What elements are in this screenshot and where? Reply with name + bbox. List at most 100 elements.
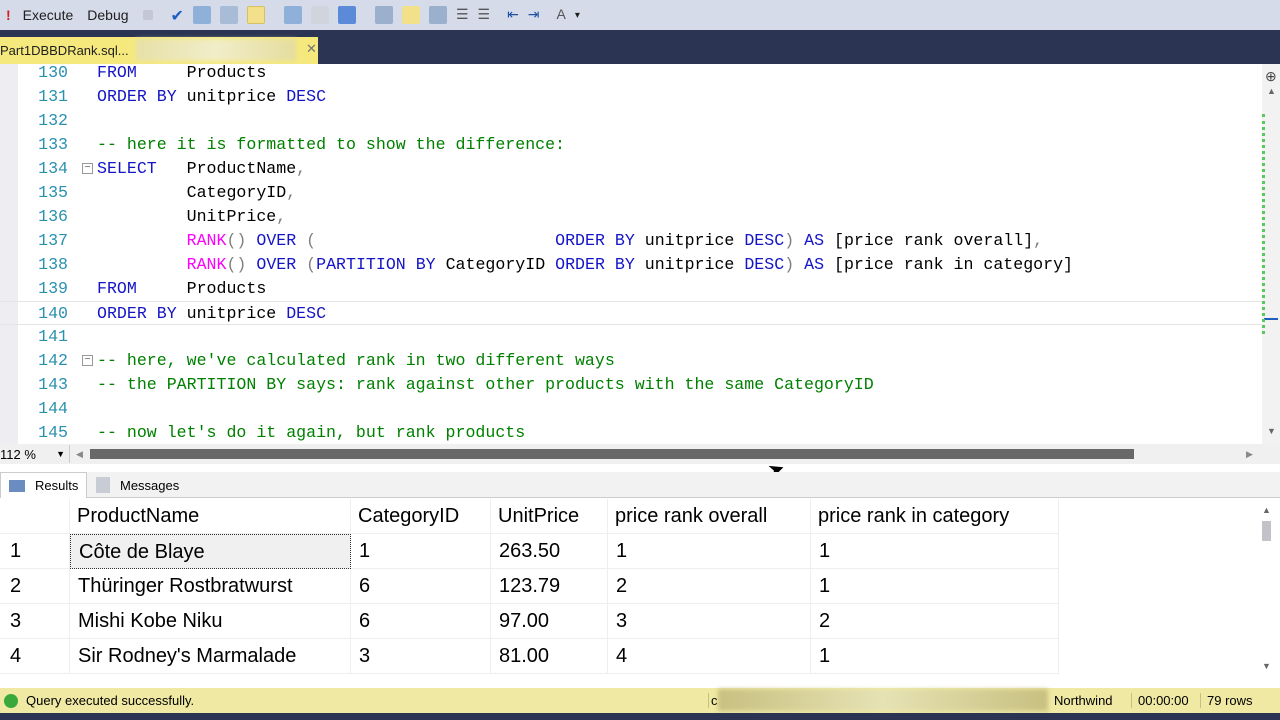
client-stats-icon[interactable] <box>337 6 356 24</box>
scroll-down-icon[interactable]: ▼ <box>1267 426 1276 436</box>
execute-button[interactable]: ! Execute <box>6 7 73 23</box>
code-line[interactable]: 135 CategoryID, <box>0 181 1262 205</box>
chevron-down-icon: ▼ <box>56 449 65 459</box>
row-number[interactable]: 4 <box>0 639 70 674</box>
grid-cell[interactable]: 4 <box>608 639 811 674</box>
query-options-icon[interactable] <box>219 6 238 24</box>
grid-cell[interactable]: 3 <box>351 639 491 674</box>
grid-cell[interactable]: 2 <box>608 569 811 604</box>
results-tabs: Results Messages <box>0 472 1280 498</box>
intellisense-icon[interactable] <box>246 6 265 24</box>
code-line[interactable]: 139 FROM Products <box>0 277 1262 301</box>
code-line[interactable]: 145 -- now let's do it again, but rank pr… <box>0 421 1262 444</box>
code-line[interactable]: 143 -- the PARTITION BY says: rank agains… <box>0 373 1262 397</box>
tab-results[interactable]: Results <box>0 472 88 498</box>
line-number: 132 <box>38 111 68 130</box>
debug-button[interactable]: Debug <box>87 7 128 23</box>
document-tab[interactable]: Part1DBBDRank.sql... ✕ <box>0 37 318 64</box>
column-header[interactable]: UnitPrice <box>491 499 608 534</box>
tab-messages[interactable]: Messages <box>88 472 187 498</box>
grid-cell[interactable]: Sir Rodney's Marmalade <box>70 639 351 674</box>
horizontal-scroll-thumb[interactable] <box>90 449 1134 459</box>
results-to-text-icon[interactable] <box>374 6 393 24</box>
grid-cell[interactable]: 97.00 <box>491 604 608 639</box>
uncomment-icon[interactable]: ☰ <box>478 6 491 24</box>
collapse-icon[interactable]: − <box>82 355 93 366</box>
grid-scroll-up-icon[interactable]: ▲ <box>1262 505 1271 515</box>
grid-scroll-down-icon[interactable]: ▼ <box>1262 661 1271 671</box>
line-number: 139 <box>38 279 68 298</box>
grid-corner[interactable] <box>0 499 70 534</box>
comment-icon[interactable]: ☰ <box>456 6 469 24</box>
parse-check-icon[interactable]: ✔ <box>171 6 184 25</box>
outdent-icon[interactable]: ⇤ <box>507 6 519 24</box>
code-text: RANK() OVER (PARTITION BY CategoryID ORD… <box>97 253 1073 277</box>
grid-cell[interactable]: 1 <box>811 569 1059 604</box>
row-number[interactable]: 3 <box>0 604 70 639</box>
grid-cell[interactable]: Côte de Blaye <box>70 534 351 569</box>
code-token: [price rank overall] <box>824 231 1034 250</box>
redacted-region <box>718 689 1048 711</box>
grid-cell[interactable]: 2 <box>811 604 1059 639</box>
editor-vertical-scrollbar[interactable]: ⊕ ▲ ▼ <box>1262 64 1280 444</box>
code-line[interactable]: 133 -- here it is formatted to show the d… <box>0 133 1262 157</box>
column-header[interactable]: CategoryID <box>351 499 491 534</box>
grid-cell[interactable]: 81.00 <box>491 639 608 674</box>
grid-cell[interactable]: 3 <box>608 604 811 639</box>
indent-icon[interactable]: ⇥ <box>528 6 540 24</box>
zoom-select[interactable]: 112 % ▼ <box>0 445 70 463</box>
stop-icon[interactable] <box>142 10 153 20</box>
grid-cell[interactable]: 1 <box>608 534 811 569</box>
column-header[interactable]: price rank overall <box>608 499 811 534</box>
code-text: ORDER BY unitprice DESC <box>97 302 326 326</box>
toolbar-overflow-icon[interactable]: ▾ <box>575 10 580 21</box>
scroll-right-icon[interactable]: ▶ <box>1246 449 1253 460</box>
code-line[interactable]: 130 FROM Products <box>0 64 1262 85</box>
grid-vertical-scrollbar[interactable]: ▲ ▼ <box>1258 499 1276 679</box>
line-number: 130 <box>38 64 68 82</box>
line-number: 143 <box>38 375 68 394</box>
column-header[interactable]: ProductName <box>70 499 351 534</box>
code-line[interactable]: 140 ORDER BY unitprice DESC <box>0 301 1262 325</box>
live-stats-icon[interactable] <box>310 6 329 24</box>
grid-cell[interactable]: Thüringer Rostbratwurst <box>70 569 351 604</box>
column-header[interactable]: price rank in category <box>811 499 1059 534</box>
line-number: 144 <box>38 399 68 418</box>
row-number[interactable]: 1 <box>0 534 70 569</box>
code-editor[interactable]: 130 FROM Products 131 ORDER BY unitprice DE… <box>0 64 1280 444</box>
code-line[interactable]: 132 <box>0 109 1262 133</box>
split-icon[interactable]: ⊕ <box>1265 68 1277 85</box>
grid-cell[interactable]: Mishi Kobe Niku <box>70 604 351 639</box>
include-plan-icon[interactable] <box>283 6 302 24</box>
code-line[interactable]: 137 RANK() OVER ( ORDER BY unitprice DES… <box>0 229 1262 253</box>
specify-values-icon[interactable]: A <box>557 6 566 24</box>
grid-cell[interactable]: 1 <box>811 639 1059 674</box>
code-line[interactable]: 131 ORDER BY unitprice DESC <box>0 85 1262 109</box>
code-line[interactable]: 136 UnitPrice, <box>0 205 1262 229</box>
results-grid[interactable]: ProductName CategoryID UnitPrice price rank… <box>0 499 1262 679</box>
close-tab-icon[interactable]: ✕ <box>306 41 317 57</box>
collapse-icon[interactable]: − <box>82 163 93 174</box>
code-line[interactable]: 144 <box>0 397 1262 421</box>
row-number[interactable]: 2 <box>0 569 70 604</box>
estimated-plan-icon[interactable] <box>192 6 211 24</box>
grid-cell[interactable]: 6 <box>351 569 491 604</box>
grid-cell[interactable]: 1 <box>351 534 491 569</box>
scroll-up-icon[interactable]: ▲ <box>1267 86 1276 96</box>
code-line[interactable]: 141 <box>0 325 1262 349</box>
code-line[interactable]: 138 RANK() OVER (PARTITION BY CategoryID… <box>0 253 1262 277</box>
scroll-left-icon[interactable]: ◀ <box>76 449 83 460</box>
grid-cell[interactable]: 6 <box>351 604 491 639</box>
code-text: -- now let's do it again, but rank produ… <box>97 421 525 444</box>
grid-cell[interactable]: 1 <box>811 534 1059 569</box>
grid-scroll-thumb[interactable] <box>1262 521 1271 541</box>
code-line[interactable]: 134 − SELECT ProductName, <box>0 157 1262 181</box>
grid-cell[interactable]: 263.50 <box>491 534 608 569</box>
code-token: DESC <box>286 304 327 323</box>
scroll-thumb[interactable] <box>1264 318 1278 320</box>
grid-cell[interactable]: 123.79 <box>491 569 608 604</box>
code-line[interactable]: 142 − -- here, we've calculated rank in tw… <box>0 349 1262 373</box>
results-to-file-icon[interactable] <box>428 6 447 24</box>
results-to-grid-icon[interactable] <box>401 6 420 24</box>
